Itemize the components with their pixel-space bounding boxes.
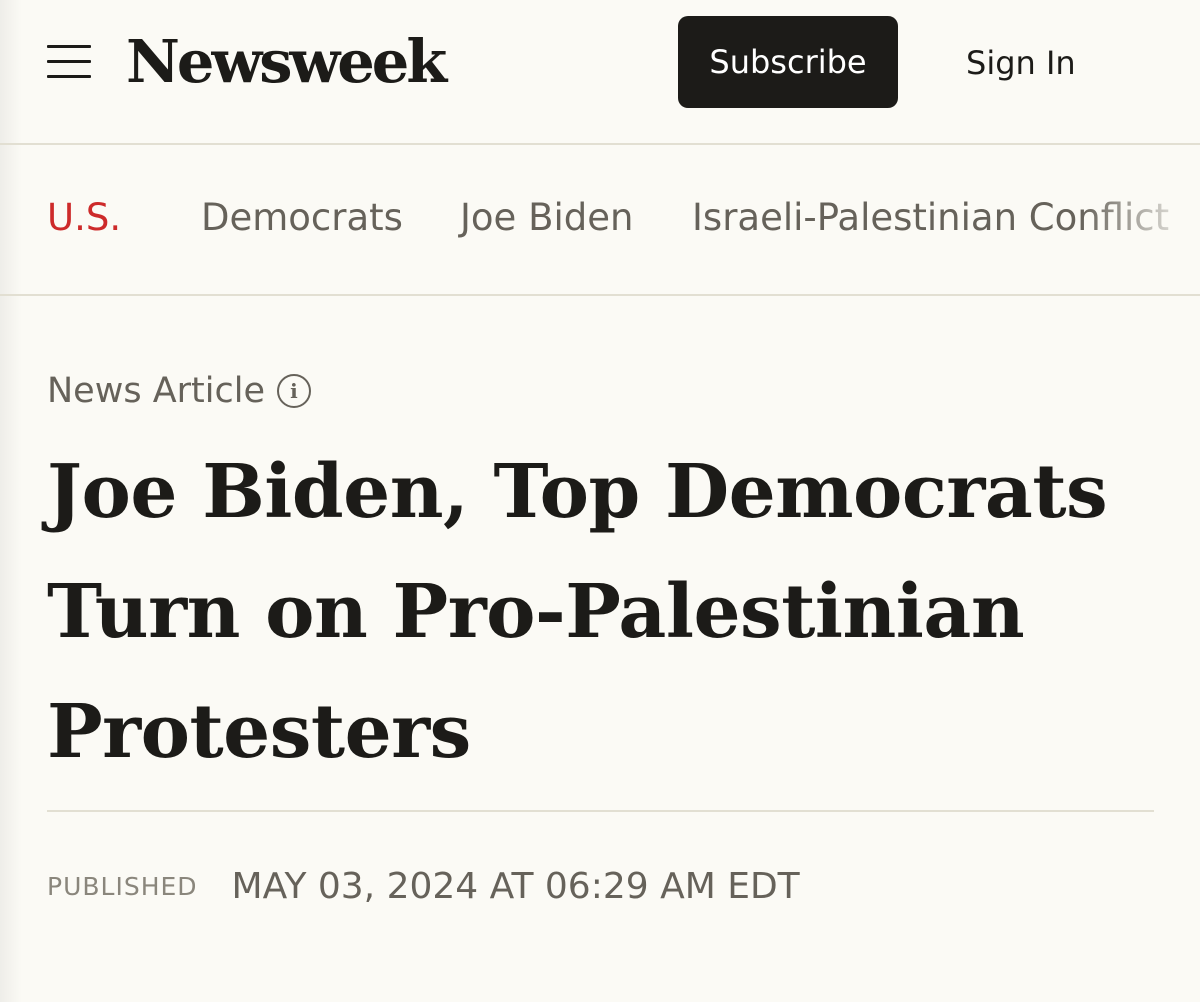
topic-us[interactable]: U.S. [47,192,121,244]
topic-democrats[interactable]: Democrats [201,192,403,244]
published-line: PUBLISHED MAY 03, 2024 AT 06:29 AM EDT [47,862,800,910]
divider [47,810,1154,812]
published-date: MAY 03, 2024 AT 06:29 AM EDT [231,865,800,907]
site-header: Newsweek Subscribe Sign In [0,0,1200,145]
published-label: PUBLISHED [47,871,198,901]
subscribe-button[interactable]: Subscribe [678,16,898,108]
topic-nav: U.S. Democrats Joe Biden Israeli-Palesti… [0,145,1200,296]
article-headline: Joe Biden, Top Democrats Turn on Pro-Pal… [47,449,1108,775]
article-type: News Article i [47,365,311,417]
newsweek-logo[interactable]: Newsweek [126,24,447,100]
hamburger-menu-icon[interactable] [47,43,93,81]
menu-bar [47,60,91,63]
topic-joe-biden[interactable]: Joe Biden [460,192,633,244]
menu-bar [47,75,91,78]
menu-bar [47,45,91,48]
topic-israeli-palestinian-conflict[interactable]: Israeli-Palestinian Conflict [692,192,1169,244]
info-icon[interactable]: i [276,374,311,408]
article-type-label: News Article [47,371,265,411]
sign-in-link[interactable]: Sign In [966,40,1076,86]
